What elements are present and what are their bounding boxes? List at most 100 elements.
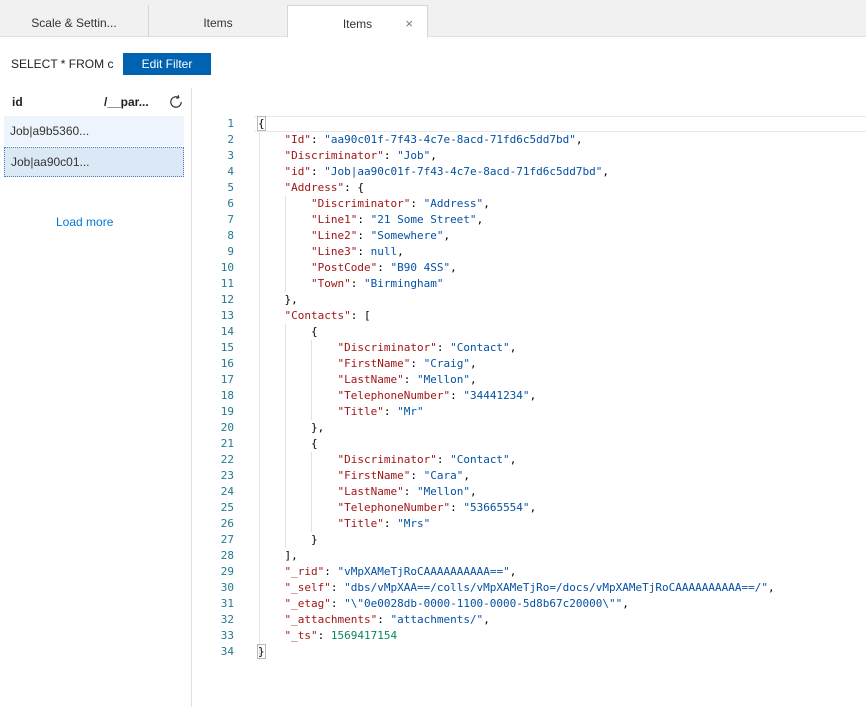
json-punctuation [258, 517, 337, 530]
json-punctuation: , [469, 485, 477, 498]
document-list-header: id /__par... [0, 90, 190, 114]
json-string-value: "Mr" [397, 405, 424, 418]
document-row[interactable]: Job|a9b5360... [4, 116, 184, 146]
json-punctuation: } [257, 644, 266, 659]
json-punctuation [258, 405, 337, 418]
line-number: 10 [220, 261, 234, 274]
json-punctuation: : [383, 405, 398, 418]
code-line: { [258, 324, 858, 340]
json-punctuation [258, 213, 311, 226]
json-punctuation: , [509, 341, 517, 354]
line-number: 25 [220, 501, 234, 514]
json-punctuation: , [602, 165, 610, 178]
line-number: 1 [227, 117, 234, 130]
json-punctuation [258, 389, 337, 402]
code-line: } [258, 532, 858, 548]
json-string-value: "vMpXAMeTjRoCAAAAAAAAAA==" [337, 565, 510, 578]
json-punctuation: { [258, 325, 318, 338]
json-punctuation: }, [258, 421, 325, 434]
line-number: 17 [220, 373, 234, 386]
json-punctuation [258, 341, 337, 354]
code-line: "_ts": 1569417154 [258, 628, 858, 644]
line-number: 16 [220, 357, 234, 370]
json-editor[interactable]: 1 2 3 4 5 6 7 8 9 10 11 12 13 14 15 16 17 18 19 20 21 22 23 24 2… [192, 114, 866, 707]
tab-items[interactable]: Items [148, 5, 287, 37]
json-key: "_rid" [284, 565, 325, 578]
json-punctuation: : [383, 149, 398, 162]
tab-items-active[interactable]: Items × [287, 5, 428, 38]
json-punctuation [258, 245, 311, 258]
json-punctuation: : [ [350, 309, 371, 322]
json-string-value: "Job" [397, 149, 431, 162]
json-punctuation: }, [258, 293, 298, 306]
line-number: 9 [227, 245, 234, 258]
json-punctuation: , [483, 613, 490, 626]
json-string-value: "aa90c01f-7f43-4c7e-8acd-71fd6c5dd7bd" [324, 133, 576, 146]
json-key: "_self" [284, 581, 331, 594]
line-number: 21 [220, 437, 234, 450]
line-number: 4 [227, 165, 234, 178]
column-header-partition-key[interactable]: /__par... [104, 95, 149, 109]
line-number: 12 [220, 293, 234, 306]
json-punctuation [258, 453, 337, 466]
code-line: "id": "Job|aa90c01f-7f43-4c7e-8acd-71fd6… [258, 164, 858, 180]
column-header-id[interactable]: id [12, 95, 23, 109]
json-punctuation: : [383, 517, 398, 530]
line-number: 15 [220, 341, 234, 354]
json-punctuation: : [311, 133, 325, 146]
line-number: 20 [220, 421, 234, 434]
code-line: }, [258, 292, 858, 308]
line-number: 24 [220, 485, 234, 498]
code-line: "Line1": "21 Some Street", [258, 212, 858, 228]
json-punctuation: : [324, 565, 338, 578]
code-line: "TelephoneNumber": "34441234", [258, 388, 858, 404]
json-punctuation [258, 485, 337, 498]
json-punctuation [258, 181, 285, 194]
json-key: "LastName" [337, 485, 404, 498]
line-number: 31 [220, 597, 234, 610]
code-line: "Title": "Mr" [258, 404, 858, 420]
json-string-value: "53665554" [463, 501, 530, 514]
json-punctuation: , [397, 245, 404, 258]
json-string-value: "Mellon" [416, 373, 470, 386]
json-punctuation: : [357, 229, 371, 242]
json-punctuation [258, 165, 285, 178]
json-string-value: "B90 4SS" [390, 261, 451, 274]
json-punctuation [258, 133, 285, 146]
json-punctuation: : [403, 485, 417, 498]
code-line: "Discriminator": "Job", [258, 148, 858, 164]
code-area[interactable]: { "Id": "aa90c01f-7f43-4c7e-8acd-71fd6c5… [257, 116, 858, 660]
code-line: "Line2": "Somewhere", [258, 228, 858, 244]
json-punctuation: , [509, 565, 517, 578]
document-row-selected[interactable]: Job|aa90c01... [4, 147, 184, 177]
json-punctuation: , [476, 213, 484, 226]
refresh-icon[interactable] [168, 94, 184, 110]
json-string-value: "Job|aa90c01f-7f43-4c7e-8acd-71fd6c5dd7b… [324, 165, 603, 178]
line-number: 8 [227, 229, 234, 242]
json-punctuation: , [509, 453, 517, 466]
code-line: "FirstName": "Cara", [258, 468, 858, 484]
json-key: "_attachments" [284, 613, 378, 626]
tab-bar: Scale & Settin... Items Items × [0, 0, 866, 38]
line-number: 3 [227, 149, 234, 162]
json-punctuation: : [377, 261, 391, 274]
edit-filter-button[interactable]: Edit Filter [123, 53, 211, 75]
json-key: "PostCode" [310, 261, 378, 274]
code-line: { [257, 116, 858, 132]
json-punctuation: , [622, 597, 629, 610]
json-punctuation: { [258, 437, 318, 450]
json-key: "Contacts" [284, 309, 351, 322]
json-string-value: "Birmingham" [363, 277, 444, 290]
json-key: "Discriminator" [337, 453, 437, 466]
json-key: "TelephoneNumber" [337, 501, 451, 514]
query-text: SELECT * FROM c [11, 57, 114, 71]
code-line: } [257, 644, 858, 660]
load-more-link[interactable]: Load more [56, 215, 113, 229]
json-string-value: "Mellon" [416, 485, 470, 498]
json-string-value: "attachments/" [390, 613, 484, 626]
close-icon[interactable]: × [405, 6, 413, 37]
json-key: "Line1" [310, 213, 358, 226]
json-punctuation: , [529, 389, 537, 402]
tab-scale-settings[interactable]: Scale & Settin... [0, 5, 148, 37]
json-string-value: "dbs/vMpXAA==/colls/vMpXAMeTjRo=/docs/vM… [344, 581, 768, 594]
